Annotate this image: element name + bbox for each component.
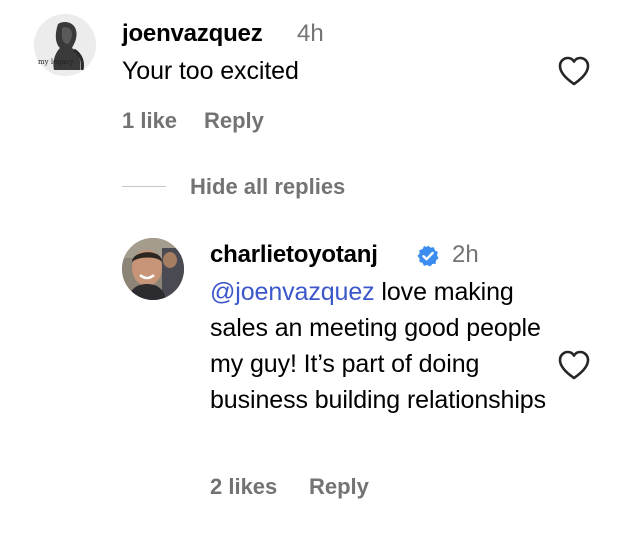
verified-badge-icon	[417, 245, 439, 267]
replies-divider	[122, 186, 166, 187]
reply-like-count[interactable]: 2 likes	[210, 474, 277, 500]
comment-text: Your too excited	[122, 57, 299, 85]
heart-outline-icon[interactable]	[557, 55, 591, 87]
comment: my legacy joenvazquez 4h Your too excite…	[0, 0, 642, 150]
heart-outline-icon[interactable]	[557, 349, 591, 381]
reply-text-line1: love	[374, 278, 427, 306]
reply-mention-link[interactable]: @joenvazquez	[210, 278, 375, 306]
reply-timestamp: 2h	[452, 241, 479, 268]
comment-timestamp: 4h	[297, 20, 324, 47]
reply-username[interactable]: charlietoyotanj	[210, 241, 378, 269]
hide-replies-button[interactable]: Hide all replies	[190, 174, 345, 200]
comment-like-count[interactable]: 1 like	[122, 108, 177, 134]
reply-avatar[interactable]	[122, 238, 184, 300]
avatar-caption: my legacy	[38, 58, 74, 66]
reply-reply-button[interactable]: Reply	[309, 474, 369, 500]
avatar[interactable]	[34, 14, 96, 76]
comment-username[interactable]: joenvazquez	[122, 20, 263, 48]
reply-avatar-image	[122, 238, 184, 300]
avatar-image	[34, 14, 96, 76]
reply-text: @joenvazquez love making sales an meetin…	[210, 274, 550, 418]
comment-reply-button[interactable]: Reply	[204, 108, 264, 134]
